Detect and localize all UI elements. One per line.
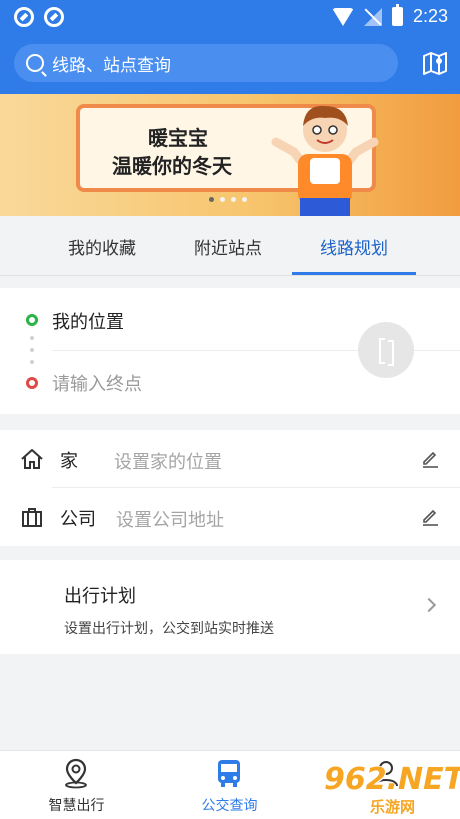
banner-headline: 暖宝宝 bbox=[148, 126, 208, 150]
route-connector-dot bbox=[30, 348, 34, 352]
map-icon[interactable] bbox=[422, 50, 448, 76]
watermark-logo: 962.NET bbox=[324, 762, 460, 797]
mascot-illustration bbox=[271, 105, 379, 216]
home-place-row[interactable]: 家 设置家的位置 bbox=[0, 430, 460, 487]
home-icon bbox=[21, 449, 43, 469]
no-signal-icon bbox=[363, 7, 382, 26]
nav-bus-query[interactable]: 公交查询 bbox=[153, 751, 306, 819]
active-tab-indicator bbox=[292, 272, 416, 275]
nav-label: 智慧出行 bbox=[48, 798, 105, 814]
home-label: 家 bbox=[60, 451, 78, 472]
status-bar: 2:23 bbox=[0, 0, 460, 34]
notification-icon bbox=[44, 7, 64, 27]
tab-favorites[interactable]: 我的收藏 bbox=[68, 234, 136, 259]
bus-icon bbox=[218, 760, 240, 787]
battery-icon bbox=[391, 4, 403, 26]
promo-banner[interactable]: 暖宝宝 温暖你的冬天 bbox=[0, 94, 460, 216]
travel-plan-card[interactable]: 出行计划 设置出行计划，公交到站实时推送 bbox=[0, 560, 460, 654]
company-hint: 设置公司地址 bbox=[116, 510, 224, 531]
banner-dot bbox=[220, 197, 225, 202]
wifi-icon bbox=[331, 7, 354, 26]
watermark-text: 乐游网 bbox=[370, 798, 416, 816]
search-input[interactable]: 线路、站点查询 bbox=[14, 44, 398, 82]
edit-home-icon[interactable] bbox=[420, 448, 440, 468]
route-connector-dot bbox=[30, 336, 34, 340]
banner-dot bbox=[231, 197, 236, 202]
banner-dot bbox=[209, 197, 214, 202]
search-placeholder: 线路、站点查询 bbox=[52, 55, 171, 76]
notification-icon bbox=[14, 7, 34, 27]
company-label: 公司 bbox=[60, 509, 96, 530]
tab-bar: 我的收藏 附近站点 线路规划 bbox=[0, 216, 460, 276]
briefcase-icon bbox=[22, 508, 42, 527]
location-pin-icon bbox=[65, 758, 87, 789]
travel-plan-subtitle: 设置出行计划，公交到站实时推送 bbox=[64, 621, 274, 637]
end-point-icon bbox=[26, 377, 38, 389]
notification-icons bbox=[14, 7, 64, 27]
nav-label: 公交查询 bbox=[201, 798, 258, 814]
edit-company-icon[interactable] bbox=[420, 506, 440, 526]
start-location-field[interactable]: 我的位置 bbox=[52, 308, 124, 334]
chevron-right-icon bbox=[421, 597, 437, 613]
company-place-row[interactable]: 公司 设置公司地址 bbox=[0, 488, 460, 545]
destination-input[interactable]: 请输入终点 bbox=[52, 370, 142, 396]
home-hint: 设置家的位置 bbox=[114, 452, 222, 473]
nav-smart-travel[interactable]: 智慧出行 bbox=[0, 751, 153, 819]
app-header: 2:23 线路、站点查询 bbox=[0, 0, 460, 94]
banner-pagination bbox=[209, 197, 247, 202]
status-time: 2:23 bbox=[412, 6, 448, 26]
banner-dot bbox=[242, 197, 247, 202]
tab-route-planning[interactable]: 线路规划 bbox=[320, 234, 388, 259]
saved-places-card: 家 设置家的位置 公司 设置公司地址 bbox=[0, 430, 460, 546]
route-connector-dot bbox=[30, 360, 34, 364]
banner-subline: 温暖你的冬天 bbox=[112, 154, 232, 178]
start-point-icon bbox=[26, 314, 38, 326]
route-planner-card: 我的位置 请输入终点 bbox=[0, 288, 460, 414]
travel-plan-title: 出行计划 bbox=[64, 586, 136, 607]
swap-route-button[interactable] bbox=[358, 322, 414, 378]
search-icon bbox=[26, 54, 44, 72]
site-watermark: 962.NET 乐游网 bbox=[318, 762, 460, 818]
tab-nearby-stops[interactable]: 附近站点 bbox=[194, 234, 262, 259]
